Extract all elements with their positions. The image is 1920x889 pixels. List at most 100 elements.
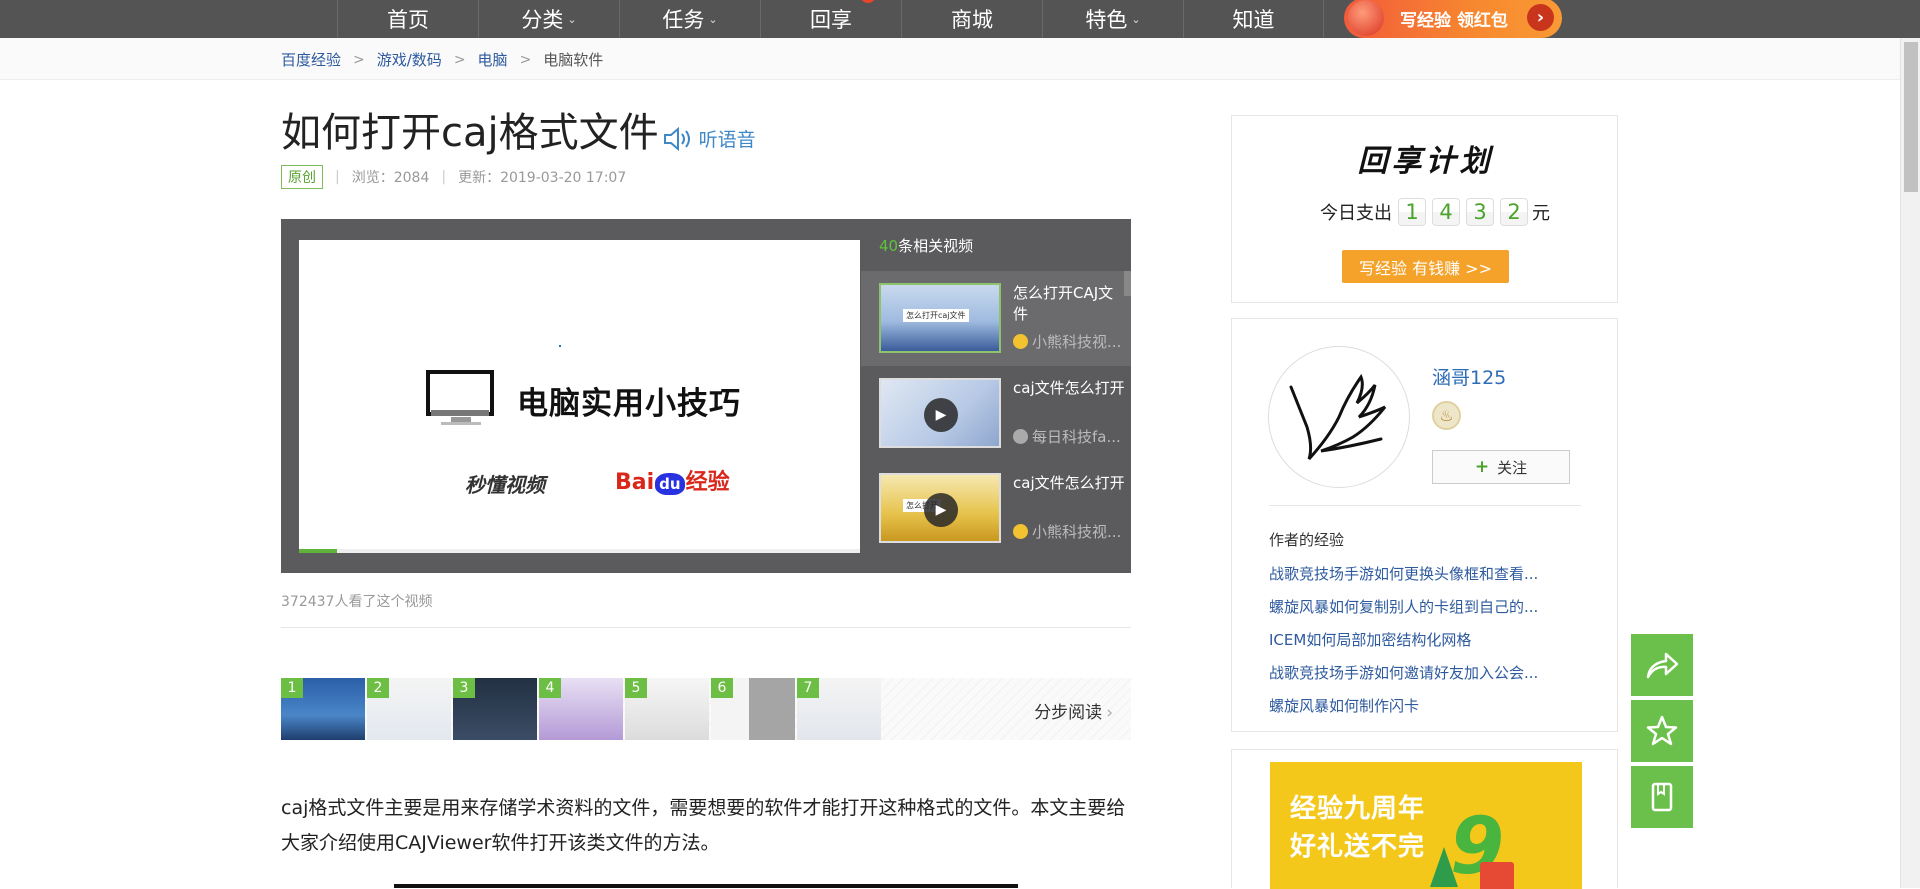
thumbnail-caption: 怎么打开caj文件: [903, 309, 969, 322]
share-icon: [1646, 652, 1679, 679]
author-avatar-icon: [1013, 524, 1028, 539]
author-experience-link[interactable]: ICEM如何局部加密结构化网格: [1269, 630, 1579, 663]
related-video-item[interactable]: 怎么打开 ▶ caj文件怎么打开 小熊科技视...: [861, 461, 1131, 556]
anniversary-ad-banner[interactable]: 经验九周年 好礼送不完 9: [1270, 762, 1582, 889]
listen-audio-button[interactable]: 听语音: [663, 125, 756, 152]
title-row: 如何打开caj格式文件 听语音: [281, 108, 756, 158]
author-experience-link[interactable]: 螺旋风暴如何制作闪卡: [1269, 696, 1579, 729]
anniversary-ad-card: 经验九周年 好礼送不完 9: [1231, 749, 1618, 889]
nav-item[interactable]: 商城: [901, 0, 1042, 38]
share-button[interactable]: [1631, 634, 1693, 696]
author-name[interactable]: 涵哥125: [1432, 363, 1506, 390]
signature-avatar-icon: [1289, 373, 1387, 461]
step-thumbnail[interactable]: 2: [367, 678, 451, 740]
today-spend: 今日支出 1 4 3 2 元: [1320, 198, 1550, 226]
video-screen-title: 电脑实用小技巧: [517, 386, 741, 422]
page-scrollbar[interactable]: [1900, 38, 1920, 888]
chevron-right-icon: ›: [1106, 703, 1113, 723]
video-thumbnail: ▶: [879, 378, 1001, 448]
divider: [1269, 505, 1581, 506]
spend-digit: 1: [1398, 198, 1426, 226]
spend-digit: 2: [1500, 198, 1528, 226]
nav-item-label: 商城: [951, 8, 993, 32]
breadcrumb-home[interactable]: 百度经验: [281, 49, 341, 70]
related-video-item[interactable]: 怎么打开caj文件 怎么打开CAJ文件 小熊科技视...: [861, 271, 1131, 366]
ad-line-2: 好礼送不完: [1290, 832, 1426, 862]
spend-digit: 3: [1466, 198, 1494, 226]
step-thumbnail[interactable]: 6: [711, 678, 795, 740]
video-screen[interactable]: 电脑实用小技巧 秒懂视频 Bai du 经验: [299, 240, 860, 553]
breadcrumb-computer[interactable]: 电脑: [478, 49, 508, 70]
avatar[interactable]: [1268, 346, 1410, 488]
step-number: 5: [625, 678, 647, 698]
video-progress-fill: [299, 549, 338, 553]
nav-item-label: 回享: [810, 8, 852, 32]
video-progress-bar[interactable]: [299, 549, 860, 553]
author-card: 涵哥125 ♨ + 关注 作者的经验 战歌竞技场手游如何更换头像框和查看... 螺旋…: [1231, 318, 1618, 732]
nav-menu: 首页 分类 ⌄ 任务 ⌄ 回享 商城 特色 ⌄ 知道: [337, 0, 1324, 38]
monitor-icon: [426, 370, 494, 425]
step-thumbnail-strip: 分步阅读 › 1 2 3 4 5 6 7: [281, 678, 1131, 740]
step-number: 1: [281, 678, 303, 698]
step-thumbnail[interactable]: 3: [453, 678, 537, 740]
spend-label: 今日支出: [1320, 203, 1392, 224]
nav-item[interactable]: 任务 ⌄: [619, 0, 760, 38]
step-image-edge: [394, 884, 1018, 888]
step-thumbnail[interactable]: 7: [797, 678, 881, 740]
promo-write-experience-button[interactable]: 写经验 领红包 ›: [1344, 0, 1562, 38]
breadcrumb-games[interactable]: 游戏/数码: [377, 49, 442, 70]
baidu-jingyan-logo: Bai du 经验: [615, 464, 730, 496]
bookmark-button[interactable]: [1631, 766, 1693, 828]
author-avatar-icon: [1013, 429, 1028, 444]
scrollbar-thumb[interactable]: [1904, 42, 1918, 192]
baidu-paw-icon: du: [655, 473, 685, 495]
author-level-badge: ♨: [1432, 401, 1461, 430]
speaker-icon: [663, 126, 690, 151]
author-experience-link[interactable]: 战歌竞技场手游如何邀请好友加入公会...: [1269, 663, 1579, 696]
step-number: 7: [797, 678, 819, 698]
spend-unit: 元: [1532, 203, 1550, 224]
step-thumbnail[interactable]: 5: [625, 678, 709, 740]
play-icon[interactable]: ▶: [924, 493, 958, 527]
original-badge: 原创: [281, 165, 323, 189]
related-video-author: 每日科技fa...: [1013, 426, 1128, 447]
nav-item[interactable]: 分类 ⌄: [478, 0, 619, 38]
write-earn-button[interactable]: 写经验 有钱赚 >>: [1342, 250, 1509, 283]
related-video-item[interactable]: ▶ caj文件怎么打开 每日科技fa...: [861, 366, 1131, 461]
ad-line-1: 经验九周年: [1290, 794, 1426, 824]
author-avatar-icon: [1013, 334, 1028, 349]
nav-item[interactable]: 特色 ⌄: [1042, 0, 1183, 38]
video-view-count: 372437人看了这个视频: [281, 594, 433, 610]
caret-down-icon: ⌄: [567, 12, 577, 26]
article-intro: caj格式文件主要是用来存储学术资料的文件，需要想要的软件才能打开这种格式的文件…: [281, 797, 1126, 854]
related-video-title: caj文件怎么打开: [1013, 379, 1125, 397]
gift-icon: [1480, 862, 1514, 889]
author-experience-link[interactable]: 螺旋风暴如何复制别人的卡组到自己的...: [1269, 597, 1579, 630]
video-player: 电脑实用小技巧 秒懂视频 Bai du 经验 40条相关视频 怎么打开caj文件 怎么…: [281, 219, 1131, 573]
nav-item-label: 特色: [1085, 8, 1128, 32]
update-time: 更新：2019-03-20 17:07: [458, 170, 627, 186]
related-scrollbar[interactable]: [1124, 271, 1131, 296]
nav-item[interactable]: 首页: [337, 0, 478, 38]
breadcrumb-separator-icon: >: [453, 51, 466, 68]
play-icon[interactable]: ▶: [924, 398, 958, 432]
huixiang-plan-card: 回享计划 今日支出 1 4 3 2 元 写经验 有钱赚 >>: [1231, 115, 1618, 303]
nav-item[interactable]: 知道: [1183, 0, 1324, 38]
related-video-author-name: 小熊科技视...: [1032, 523, 1122, 541]
caret-down-icon: ⌄: [708, 12, 718, 26]
step-read-button[interactable]: 分步阅读 ›: [1034, 698, 1113, 723]
step-number: 3: [453, 678, 475, 698]
video-thumbnail: 怎么打开caj文件: [879, 283, 1001, 353]
breadcrumb: 百度经验 > 游戏/数码 > 电脑 > 电脑软件: [281, 49, 603, 70]
favorite-button[interactable]: [1631, 700, 1693, 762]
step-number: 4: [539, 678, 561, 698]
author-experience-link[interactable]: 战歌竞技场手游如何更换头像框和查看...: [1269, 564, 1579, 597]
article-meta: 原创 | 浏览：2084 | 更新：2019-03-20 17:07: [281, 165, 626, 189]
step-thumbnail[interactable]: 4: [539, 678, 623, 740]
step-thumbnail[interactable]: 1: [281, 678, 365, 740]
divider: [281, 627, 1131, 628]
nav-item[interactable]: 回享: [760, 0, 901, 38]
follow-button[interactable]: + 关注: [1432, 450, 1570, 484]
related-video-list: 怎么打开caj文件 怎么打开CAJ文件 小熊科技视... ▶ caj文件怎么打开 每日科技…: [861, 271, 1131, 556]
nav-item-label: 分类: [521, 8, 564, 32]
